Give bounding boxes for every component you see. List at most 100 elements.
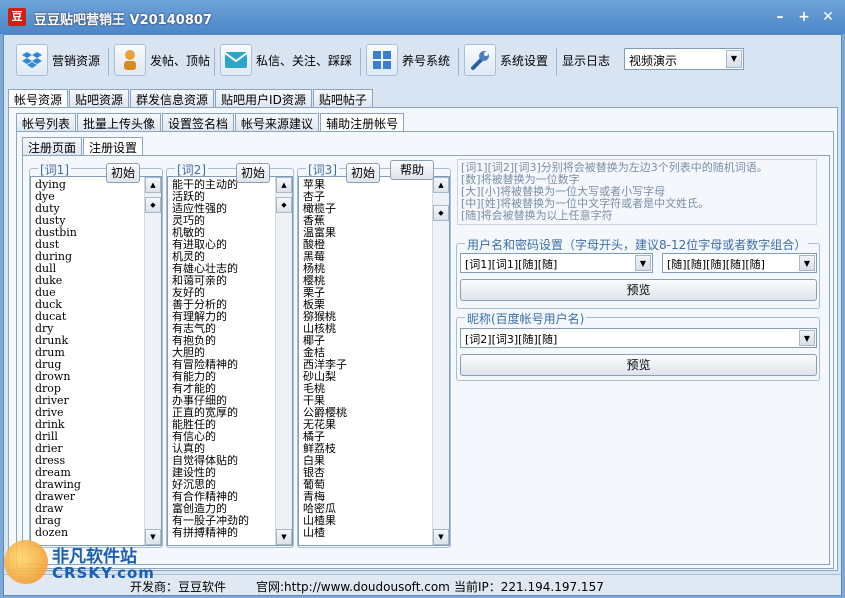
list-item[interactable]: ducat — [35, 311, 141, 323]
list-item[interactable]: drug — [35, 359, 141, 371]
list-item[interactable]: 有冒险精神的 — [172, 359, 272, 371]
list-item[interactable]: due — [35, 287, 141, 299]
list-item[interactable]: drawing — [35, 479, 141, 491]
list-item[interactable]: 有一股子冲劲的 — [172, 515, 272, 527]
scroll-down-icon[interactable]: ▼ — [276, 529, 292, 545]
scroll-up-icon[interactable]: ▲ — [433, 177, 449, 193]
list-item[interactable]: 公爵樱桃 — [303, 407, 429, 419]
list-item[interactable]: 有拼搏精神的 — [172, 527, 272, 539]
list-item[interactable]: 办事仔细的 — [172, 395, 272, 407]
list-item[interactable]: 黑莓 — [303, 251, 429, 263]
list-item[interactable]: drink — [35, 419, 141, 431]
list-item[interactable]: 西洋李子 — [303, 359, 429, 371]
list-item[interactable]: 栗子 — [303, 287, 429, 299]
list-item[interactable]: duke — [35, 275, 141, 287]
word3-scrollbar[interactable]: ▲ ◆ ▼ — [432, 177, 449, 545]
list-item[interactable]: 毛桃 — [303, 383, 429, 395]
list-item[interactable]: drop — [35, 383, 141, 395]
tab-upload-avatar[interactable]: 批量上传头像 — [77, 113, 162, 131]
list-item[interactable]: 无花果 — [303, 419, 429, 431]
scroll-thumb[interactable]: ◆ — [145, 197, 161, 213]
list-item[interactable]: 银杏 — [303, 467, 429, 479]
list-item[interactable]: dream — [35, 467, 141, 479]
list-item[interactable]: 杏子 — [303, 191, 429, 203]
list-item[interactable]: 有才能的 — [172, 383, 272, 395]
list-item[interactable]: 杨桃 — [303, 263, 429, 275]
list-item[interactable]: drown — [35, 371, 141, 383]
password-pattern-select[interactable]: [随][随][随][随][随] ▼ — [662, 253, 817, 273]
tab-account-resources[interactable]: 帐号资源 — [8, 89, 69, 108]
list-item[interactable]: 适应性强的 — [172, 203, 272, 215]
scroll-thumb[interactable]: ◆ — [433, 205, 449, 221]
scroll-up-icon[interactable]: ▲ — [276, 177, 292, 193]
list-item[interactable]: 善于分析的 — [172, 299, 272, 311]
list-item[interactable]: dye — [35, 191, 141, 203]
list-item[interactable]: dull — [35, 263, 141, 275]
list-item[interactable]: dry — [35, 323, 141, 335]
list-item[interactable]: 活跃的 — [172, 191, 272, 203]
list-item[interactable]: 有信心的 — [172, 431, 272, 443]
list-item[interactable]: 温富果 — [303, 227, 429, 239]
list-item[interactable]: 猕猴桃 — [303, 311, 429, 323]
list-item[interactable]: 白果 — [303, 455, 429, 467]
word1-scrollbar[interactable]: ▲ ◆ ▼ — [144, 177, 161, 545]
list-item[interactable]: drum — [35, 347, 141, 359]
tab-register-page[interactable]: 注册页面 — [22, 137, 83, 155]
list-item[interactable]: 酸橙 — [303, 239, 429, 251]
list-item[interactable]: 好沉思的 — [172, 479, 272, 491]
scroll-up-icon[interactable]: ▲ — [145, 177, 161, 193]
nickname-preview-button[interactable]: 预览 — [460, 354, 817, 376]
list-item[interactable]: 有理解力的 — [172, 311, 272, 323]
list-item[interactable]: 砂山梨 — [303, 371, 429, 383]
word1-reset-button[interactable]: 初始 — [106, 163, 140, 183]
list-item[interactable]: 青梅 — [303, 491, 429, 503]
list-item[interactable]: 干果 — [303, 395, 429, 407]
list-item[interactable]: drag — [35, 515, 141, 527]
tab-tieba-posts[interactable]: 贴吧帖子 — [312, 89, 373, 107]
marketing-resources-button[interactable]: 营销资源 — [16, 42, 100, 78]
tab-tieba-resources[interactable]: 贴吧资源 — [69, 89, 130, 107]
list-item[interactable]: draw — [35, 503, 141, 515]
list-item[interactable]: 正直的宽厚的 — [172, 407, 272, 419]
list-item[interactable]: 椰子 — [303, 335, 429, 347]
list-item[interactable]: 富创造力的 — [172, 503, 272, 515]
tab-account-list[interactable]: 帐号列表 — [16, 113, 77, 131]
list-item[interactable]: 建设性的 — [172, 467, 272, 479]
list-item[interactable]: dress — [35, 455, 141, 467]
list-item[interactable]: drawer — [35, 491, 141, 503]
list-item[interactable]: 有抱负的 — [172, 335, 272, 347]
tab-tieba-user-id[interactable]: 贴吧用户ID资源 — [215, 89, 312, 107]
list-item[interactable]: drier — [35, 443, 141, 455]
list-item[interactable]: 友好的 — [172, 287, 272, 299]
list-item[interactable]: 大胆的 — [172, 347, 272, 359]
nickname-pattern-select[interactable]: [词2][词3][随][随] ▼ — [460, 328, 817, 348]
list-item[interactable]: 能胜任的 — [172, 419, 272, 431]
list-item[interactable]: 机灵的 — [172, 251, 272, 263]
username-preview-button[interactable]: 预览 — [460, 279, 817, 301]
list-item[interactable]: dustbin — [35, 227, 141, 239]
list-item[interactable]: 哈密瓜 — [303, 503, 429, 515]
list-item[interactable]: 香蕉 — [303, 215, 429, 227]
list-item[interactable]: 樱桃 — [303, 275, 429, 287]
list-item[interactable]: 橄榄子 — [303, 203, 429, 215]
restore-icon[interactable]: + — [794, 10, 814, 26]
list-item[interactable]: 和蔼可亲的 — [172, 275, 272, 287]
list-item[interactable]: drive — [35, 407, 141, 419]
list-item[interactable]: 有雄心壮志的 — [172, 263, 272, 275]
tab-signature[interactable]: 设置签名档 — [162, 113, 235, 131]
word3-list[interactable]: 苹果 杏子 橄榄子 香蕉 温富果 酸橙 黑莓 杨桃 樱桃 栗子 板栗 猕猴桃 山核桃 椰子 金桔 西洋李子 砂山… — [298, 176, 450, 546]
list-item[interactable]: 鲜荔枝 — [303, 443, 429, 455]
word2-reset-button[interactable]: 初始 — [236, 163, 270, 183]
list-item[interactable]: drill — [35, 431, 141, 443]
list-item[interactable]: 有志气的 — [172, 323, 272, 335]
scroll-thumb[interactable]: ◆ — [276, 197, 292, 213]
mode-select[interactable]: 视频演示 ▼ — [624, 48, 744, 70]
tab-account-source[interactable]: 帐号来源建议 — [235, 113, 320, 131]
list-item[interactable]: duck — [35, 299, 141, 311]
word2-scrollbar[interactable]: ▲ ◆ ▼ — [275, 177, 292, 545]
help-button[interactable]: 帮助 — [390, 160, 434, 180]
list-item[interactable]: duty — [35, 203, 141, 215]
list-item[interactable]: 山核桃 — [303, 323, 429, 335]
list-item[interactable]: 认真的 — [172, 443, 272, 455]
list-item[interactable]: drunk — [35, 335, 141, 347]
